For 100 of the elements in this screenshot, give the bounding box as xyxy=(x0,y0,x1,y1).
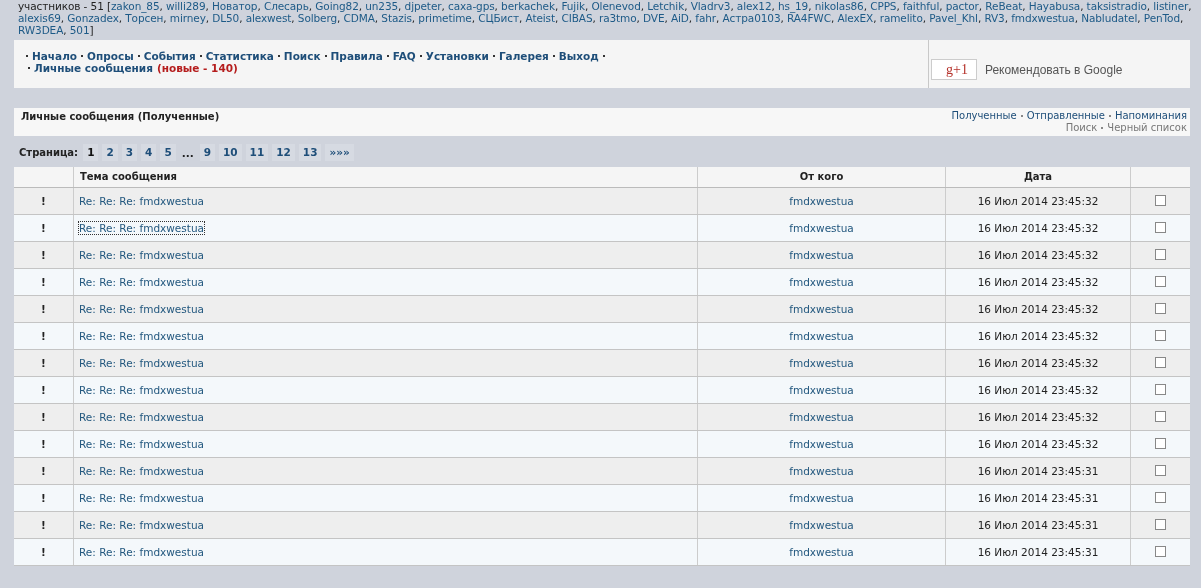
checkbox[interactable] xyxy=(1155,384,1166,395)
user-link[interactable]: ramelito xyxy=(879,12,923,24)
page-link[interactable]: 13 xyxy=(298,144,322,161)
page-link[interactable]: 9 xyxy=(199,144,215,161)
message-subject-link[interactable]: Re: Re: Re: fmdxwestua xyxy=(79,491,204,504)
message-subject-link[interactable]: Re: Re: Re: fmdxwestua xyxy=(79,464,204,477)
user-link[interactable]: CDMA xyxy=(343,12,375,24)
user-link[interactable]: СЦБист xyxy=(478,12,520,24)
message-subject-link[interactable]: Re: Re: Re: fmdxwestua xyxy=(79,275,204,288)
sender-link[interactable]: fmdxwestua xyxy=(789,221,854,234)
checkbox[interactable] xyxy=(1155,222,1166,233)
sender-link[interactable]: fmdxwestua xyxy=(789,491,854,504)
message-subject-link[interactable]: Re: Re: Re: fmdxwestua xyxy=(79,248,204,261)
sender-link[interactable]: fmdxwestua xyxy=(789,545,854,558)
user-link[interactable]: berkachek xyxy=(501,0,555,12)
nav-link[interactable]: Выход xyxy=(558,50,599,62)
nav-link[interactable]: FAQ xyxy=(392,50,416,62)
user-link[interactable]: nikolas86 xyxy=(814,0,864,12)
message-subject-link[interactable]: Re: Re: Re: fmdxwestua xyxy=(79,383,204,396)
user-link[interactable]: pactor xyxy=(945,0,979,12)
sender-link[interactable]: fmdxwestua xyxy=(789,275,854,288)
user-link[interactable]: саха-gps xyxy=(447,0,495,12)
sender-link[interactable]: fmdxwestua xyxy=(789,383,854,396)
message-subject-link[interactable]: Re: Re: Re: fmdxwestua xyxy=(79,437,204,450)
sender-link[interactable]: fmdxwestua xyxy=(789,518,854,531)
checkbox[interactable] xyxy=(1155,303,1166,314)
tool-link[interactable]: Черный список xyxy=(1107,122,1187,134)
page-link[interactable]: 2 xyxy=(102,144,118,161)
user-link[interactable]: Going82 xyxy=(315,0,359,12)
message-subject-link[interactable]: Re: Re: Re: fmdxwestua xyxy=(79,194,204,207)
user-link[interactable]: fahr xyxy=(695,12,717,24)
checkbox[interactable] xyxy=(1155,249,1166,260)
user-link[interactable]: taksistradio xyxy=(1086,0,1147,12)
user-link[interactable]: Астра0103 xyxy=(722,12,781,24)
user-link[interactable]: mirney xyxy=(169,12,206,24)
message-subject-link[interactable]: Re: Re: Re: fmdxwestua xyxy=(79,221,204,234)
message-subject-link[interactable]: Re: Re: Re: fmdxwestua xyxy=(79,410,204,423)
checkbox[interactable] xyxy=(1155,357,1166,368)
folder-link[interactable]: Отправленные xyxy=(1026,110,1105,122)
page-link[interactable]: 12 xyxy=(272,144,295,161)
user-link[interactable]: AiD xyxy=(670,12,689,24)
nav-link[interactable]: Статистика xyxy=(205,50,274,62)
user-link[interactable]: 501 xyxy=(69,24,90,36)
page-link[interactable]: 11 xyxy=(245,144,269,161)
user-link[interactable]: ra3tmo xyxy=(598,12,637,24)
user-link[interactable]: djpeter xyxy=(404,0,442,12)
sender-link[interactable]: fmdxwestua xyxy=(789,464,854,477)
message-subject-link[interactable]: Re: Re: Re: fmdxwestua xyxy=(79,356,204,369)
user-link[interactable]: fmdxwestua xyxy=(1011,12,1075,24)
sender-link[interactable]: fmdxwestua xyxy=(789,194,854,207)
checkbox[interactable] xyxy=(1155,330,1166,341)
page-link[interactable]: 10 xyxy=(218,144,242,161)
user-link[interactable]: RV3 xyxy=(984,12,1005,24)
nav-link[interactable]: Поиск xyxy=(283,50,321,62)
nav-link[interactable]: Начало xyxy=(32,50,78,62)
checkbox[interactable] xyxy=(1155,492,1166,503)
user-link[interactable]: listiner xyxy=(1153,0,1189,12)
user-link[interactable]: Fujik xyxy=(561,0,585,12)
message-subject-link[interactable]: Re: Re: Re: fmdxwestua xyxy=(79,302,204,315)
nav-link[interactable]: Правила xyxy=(330,50,383,62)
message-subject-link[interactable]: Re: Re: Re: fmdxwestua xyxy=(79,518,204,531)
sender-link[interactable]: fmdxwestua xyxy=(789,248,854,261)
user-link[interactable]: alexis69 xyxy=(18,12,61,24)
messages-link[interactable]: Личные сообщения xyxy=(34,62,153,74)
checkbox[interactable] xyxy=(1155,276,1166,287)
sender-link[interactable]: fmdxwestua xyxy=(789,356,854,369)
page-link[interactable]: 3 xyxy=(121,144,138,161)
tool-link[interactable]: Поиск xyxy=(1065,122,1098,134)
user-link[interactable]: Stazis xyxy=(381,12,412,24)
user-link[interactable]: Pavel_Khl xyxy=(929,12,978,24)
page-link[interactable]: »»» xyxy=(325,144,354,161)
user-link[interactable]: RA4FWC xyxy=(787,12,831,24)
checkbox[interactable] xyxy=(1155,465,1166,476)
page-link[interactable]: 1 xyxy=(83,144,99,161)
nav-link[interactable]: Установки xyxy=(425,50,489,62)
user-link[interactable]: PenTod xyxy=(1143,12,1180,24)
user-link[interactable]: Gonzadex xyxy=(67,12,119,24)
page-link[interactable]: 4 xyxy=(141,144,157,161)
nav-link[interactable]: Опросы xyxy=(87,50,134,62)
user-link[interactable]: Olenevod xyxy=(591,0,641,12)
folder-link[interactable]: Напоминания xyxy=(1114,110,1187,122)
sender-link[interactable]: fmdxwestua xyxy=(789,329,854,342)
nav-link[interactable]: Галерея xyxy=(498,50,549,62)
message-subject-link[interactable]: Re: Re: Re: fmdxwestua xyxy=(79,545,204,558)
sender-link[interactable]: fmdxwestua xyxy=(789,302,854,315)
message-subject-link[interactable]: Re: Re: Re: fmdxwestua xyxy=(79,329,204,342)
user-link[interactable]: Ateist xyxy=(525,12,555,24)
checkbox[interactable] xyxy=(1155,438,1166,449)
checkbox[interactable] xyxy=(1155,519,1166,530)
sender-link[interactable]: fmdxwestua xyxy=(789,410,854,423)
sender-link[interactable]: fmdxwestua xyxy=(789,437,854,450)
google-plus-button[interactable]: g+1 xyxy=(931,59,977,80)
user-link[interactable]: Слесарь xyxy=(263,0,309,12)
nav-link[interactable]: События xyxy=(143,50,196,62)
page-link[interactable]: 5 xyxy=(160,144,176,161)
folder-link[interactable]: Полученные xyxy=(951,110,1017,122)
checkbox[interactable] xyxy=(1155,546,1166,557)
checkbox[interactable] xyxy=(1155,195,1166,206)
user-link[interactable]: primetime xyxy=(418,12,472,24)
checkbox[interactable] xyxy=(1155,411,1166,422)
